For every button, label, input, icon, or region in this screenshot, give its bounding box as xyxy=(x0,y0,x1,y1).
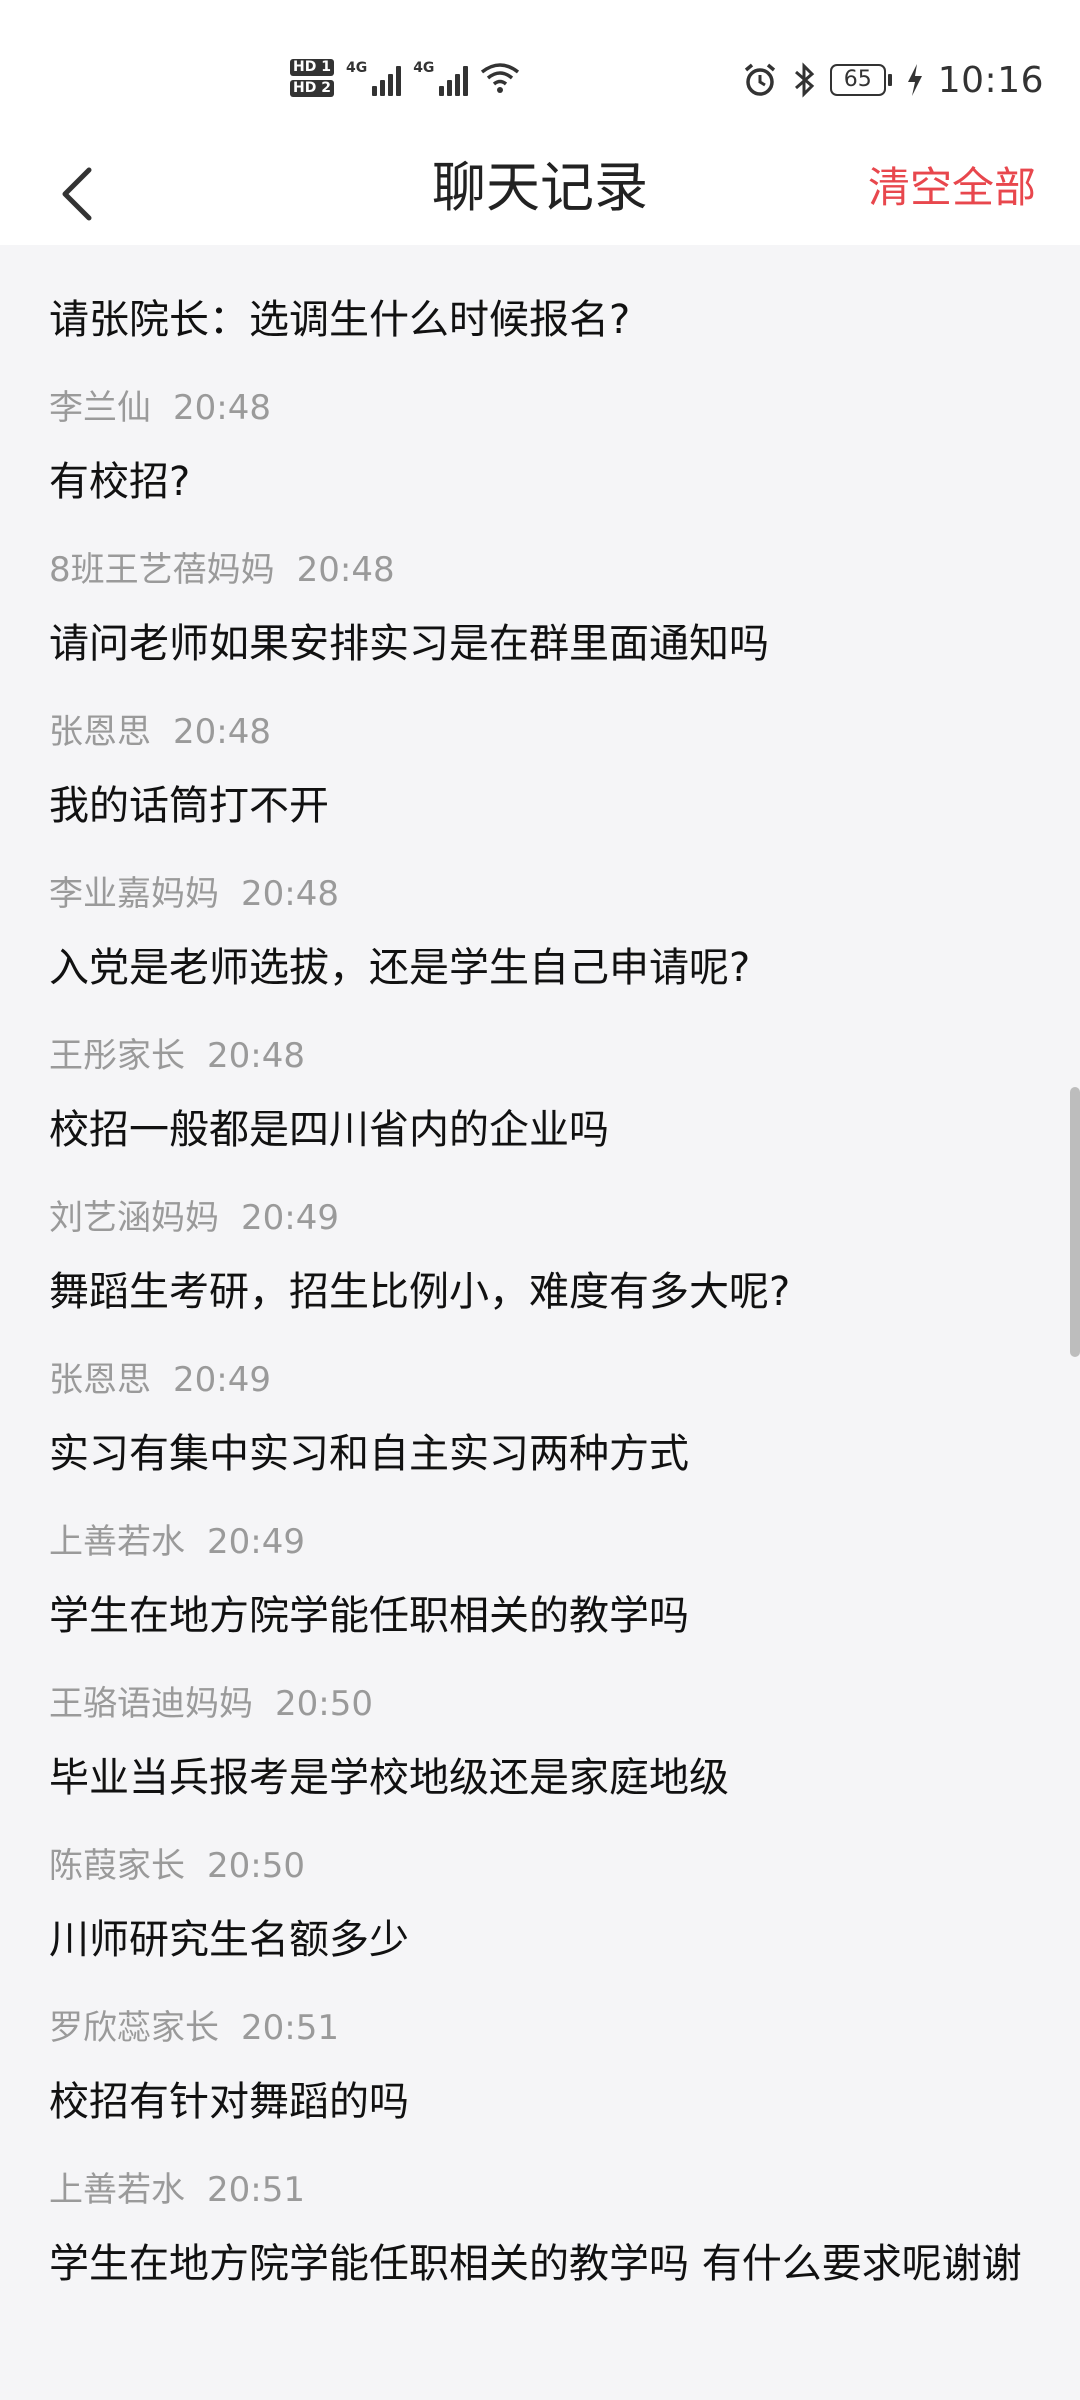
signal-1-icon: 4G xyxy=(346,60,402,96)
message-text: 有校招? xyxy=(49,459,191,505)
message-time: 20:51 xyxy=(207,2170,305,2210)
sender-name: 李业嘉妈妈 xyxy=(49,874,219,914)
sender-name: 王彤家长 xyxy=(49,1036,185,1076)
alarm-icon xyxy=(744,63,775,96)
message-time: 20:49 xyxy=(173,1360,271,1400)
status-time: 10:16 xyxy=(937,59,1044,101)
message-time: 20:48 xyxy=(241,874,339,914)
message-meta: 李兰仙 20:48 xyxy=(49,382,1040,434)
message-time: 20:50 xyxy=(207,1846,305,1886)
status-left: HD 1 HD 2 4G 4G xyxy=(290,48,520,108)
message-item: 李业嘉妈妈 20:48 入党是老师选拔，还是学生自己申请呢? xyxy=(49,868,1040,998)
header-bar: 聊天记录 清空全部 xyxy=(0,150,1080,245)
hd-indicators: HD 1 HD 2 xyxy=(290,59,334,97)
message-time: 20:48 xyxy=(207,1036,305,1076)
message-meta: 王骆语迪妈妈 20:50 xyxy=(49,1678,1040,1730)
sender-name: 罗欣蕊家长 xyxy=(49,2008,219,2048)
charging-icon xyxy=(907,64,922,96)
message-text: 入党是老师选拔，还是学生自己申请呢? xyxy=(49,945,751,991)
scrollbar-thumb[interactable] xyxy=(1070,1087,1080,1357)
message-text: 毕业当兵报考是学校地级还是家庭地级 xyxy=(49,1755,729,1801)
message-text: 请张院长：选调生什么时候报名? xyxy=(49,297,631,343)
message-meta: 刘艺涵妈妈 20:49 xyxy=(49,1192,1040,1244)
message-item: 张恩思 20:49 实习有集中实习和自主实习两种方式 xyxy=(49,1354,1040,1484)
message-meta: 上善若水 20:51 xyxy=(49,2164,1040,2216)
message-time: 20:49 xyxy=(241,1198,339,1238)
message-item: 上善若水 20:49 学生在地方院学能任职相关的教学吗 xyxy=(49,1516,1040,1646)
message-item: 陈葭家长 20:50 川师研究生名额多少 xyxy=(49,1840,1040,1970)
battery-icon: 65 xyxy=(829,64,892,96)
message-text: 校招一般都是四川省内的企业吗 xyxy=(49,1107,609,1153)
message-text: 学生在地方院学能任职相关的教学吗 xyxy=(49,1593,689,1639)
message-item: 8班王艺蓓妈妈 20:48 请问老师如果安排实习是在群里面通知吗 xyxy=(49,544,1040,674)
message-item: 王骆语迪妈妈 20:50 毕业当兵报考是学校地级还是家庭地级 xyxy=(49,1678,1040,1808)
message-meta: 张恩思 20:49 xyxy=(49,1354,1040,1406)
message-item: 王彤家长 20:48 校招一般都是四川省内的企业吗 xyxy=(49,1030,1040,1160)
chat-history-list[interactable]: 请张院长：选调生什么时候报名? 李兰仙 20:48 有校招? 8班王艺蓓妈妈 20:48… xyxy=(0,245,1080,2400)
sender-name: 上善若水 xyxy=(49,1522,185,1562)
message-text: 请问老师如果安排实习是在群里面通知吗 xyxy=(49,621,769,667)
message-text: 川师研究生名额多少 xyxy=(49,1917,409,1963)
message-time: 20:50 xyxy=(275,1684,373,1724)
message-text: 我的话筒打不开 xyxy=(49,783,329,829)
sender-name: 张恩思 xyxy=(49,1360,151,1400)
message-meta: 王彤家长 20:48 xyxy=(49,1030,1040,1082)
hd2-icon: HD 2 xyxy=(290,80,334,97)
message-text: 实习有集中实习和自主实习两种方式 xyxy=(49,1431,689,1477)
sender-name: 刘艺涵妈妈 xyxy=(49,1198,219,1238)
message-item: 上善若水 20:51 学生在地方院学能任职相关的教学吗 有什么要求呢谢谢 xyxy=(49,2164,1040,2294)
bluetooth-icon xyxy=(794,62,814,98)
message-meta: 8班王艺蓓妈妈 20:48 xyxy=(49,544,1040,596)
status-bar: HD 1 HD 2 4G 4G 65 10:16 xyxy=(0,0,1080,150)
message-meta: 上善若水 20:49 xyxy=(49,1516,1040,1568)
sender-name: 李兰仙 xyxy=(49,388,151,428)
message-item: 张恩思 20:48 我的话筒打不开 xyxy=(49,706,1040,836)
message-meta: 李业嘉妈妈 20:48 xyxy=(49,868,1040,920)
sender-name: 陈葭家长 xyxy=(49,1846,185,1886)
sender-name: 张恩思 xyxy=(49,712,151,752)
sender-name: 8班王艺蓓妈妈 xyxy=(49,550,275,590)
message-time: 20:48 xyxy=(296,550,395,590)
sender-name: 上善若水 xyxy=(49,2170,185,2210)
message-item: 刘艺涵妈妈 20:49 舞蹈生考研，招生比例小，难度有多大呢? xyxy=(49,1192,1040,1322)
message-item: 罗欣蕊家长 20:51 校招有针对舞蹈的吗 xyxy=(49,2002,1040,2132)
message-text: 学生在地方院学能任职相关的教学吗 有什么要求呢谢谢 xyxy=(49,2241,1022,2287)
message-text: 舞蹈生考研，招生比例小，难度有多大呢? xyxy=(49,1269,791,1315)
hd1-icon: HD 1 xyxy=(290,59,334,76)
message-meta: 罗欣蕊家长 20:51 xyxy=(49,2002,1040,2054)
status-right: 65 10:16 xyxy=(742,50,1044,110)
wifi-icon xyxy=(481,63,520,93)
message-time: 20:51 xyxy=(241,2008,339,2048)
message-time: 20:48 xyxy=(173,388,271,428)
message-time: 20:49 xyxy=(207,1522,305,1562)
message-meta: 张恩思 20:48 xyxy=(49,706,1040,758)
signal-2-icon: 4G xyxy=(413,60,469,96)
message-meta: 陈葭家长 20:50 xyxy=(49,1840,1040,1892)
message-item: 李兰仙 20:48 有校招? xyxy=(49,382,1040,512)
message-text: 校招有针对舞蹈的吗 xyxy=(49,2079,409,2125)
message-time: 20:48 xyxy=(173,712,271,752)
sender-name: 王骆语迪妈妈 xyxy=(49,1684,253,1724)
clear-all-button[interactable]: 清空全部 xyxy=(868,150,1036,225)
